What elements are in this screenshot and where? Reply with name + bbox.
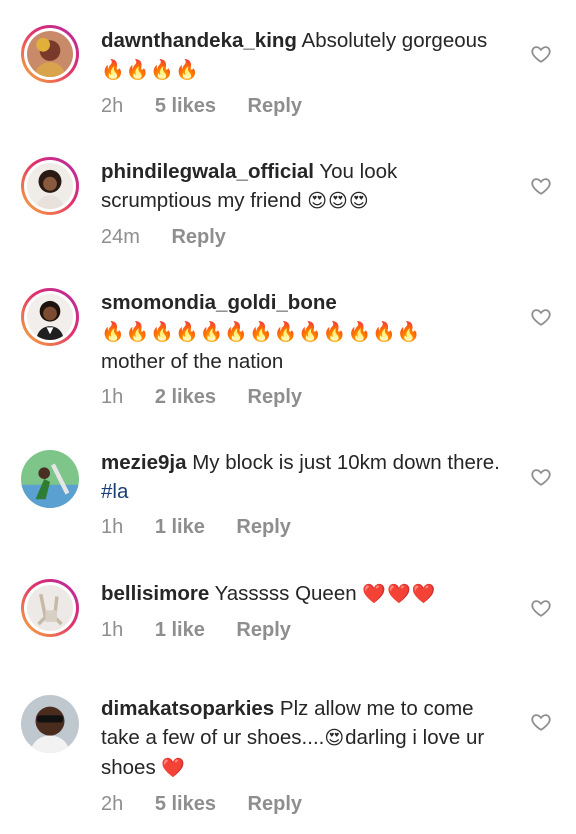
timestamp: 24m (101, 226, 140, 248)
comment-text: Yasssss Queen (214, 582, 363, 605)
comment-body: dawnthandeka_king Absolutely gorgeous 🔥🔥… (101, 26, 511, 119)
comment-body: smomondia_goldi_bone 🔥🔥🔥🔥🔥🔥🔥🔥🔥🔥🔥🔥🔥 mothe… (101, 288, 511, 410)
comment-text: My block is just 10km down there. (192, 451, 500, 474)
heart-outline-icon[interactable] (530, 597, 552, 619)
emoji-text: 🔥🔥🔥🔥🔥🔥🔥🔥🔥🔥🔥🔥🔥 (101, 322, 422, 343)
username[interactable]: bellisimore (101, 582, 209, 605)
comment-body: phindilegwala_official You look scrumpti… (101, 157, 511, 250)
likes-count[interactable]: 5 likes (155, 95, 216, 117)
emoji-text: ❤️❤️❤️ (362, 584, 437, 605)
comment-body: dimakatsoparkies Plz allow me to come ta… (101, 694, 511, 817)
timestamp: 2h (101, 95, 124, 117)
avatar[interactable] (21, 25, 79, 83)
emoji-text: 🔥🔥🔥🔥 (101, 60, 200, 81)
avatar[interactable] (21, 157, 79, 215)
username[interactable]: dimakatsoparkies (101, 697, 274, 720)
comment-meta: 1h 1 like Reply (101, 514, 511, 540)
reply-button[interactable]: Reply (248, 793, 302, 815)
reply-button[interactable]: Reply (236, 619, 290, 641)
comment-body: mezie9ja My block is just 10km down ther… (101, 448, 511, 540)
heart-outline-icon[interactable] (530, 466, 552, 488)
comment-meta: 1h 2 likes Reply (101, 384, 511, 410)
comments-list: dawnthandeka_king Absolutely gorgeous 🔥🔥… (0, 0, 576, 834)
avatar[interactable] (21, 450, 79, 508)
username[interactable]: phindilegwala_official (101, 160, 314, 183)
timestamp: 1h (101, 516, 124, 538)
reply-button[interactable]: Reply (171, 226, 225, 248)
username[interactable]: dawnthandeka_king (101, 29, 297, 52)
timestamp: 1h (101, 619, 124, 641)
comment-meta: 24m Reply (101, 224, 511, 250)
comment-meta: 2h 5 likes Reply (101, 93, 511, 119)
username[interactable]: mezie9ja (101, 451, 186, 474)
heart-outline-icon[interactable] (530, 175, 552, 197)
hashtag-link[interactable]: #la (101, 480, 128, 503)
emoji-text: ❤️ (161, 758, 187, 779)
reply-button[interactable]: Reply (248, 95, 302, 117)
reply-button[interactable]: Reply (236, 516, 290, 538)
heart-outline-icon[interactable] (530, 711, 552, 733)
avatar[interactable] (21, 288, 79, 346)
comment-meta: 2h 5 likes Reply (101, 791, 511, 817)
username[interactable]: smomondia_goldi_bone (101, 291, 337, 314)
comment-meta: 1h 1 like Reply (101, 617, 511, 643)
likes-count[interactable]: 1 like (155, 516, 205, 538)
avatar[interactable] (21, 695, 79, 753)
timestamp: 2h (101, 793, 124, 815)
timestamp: 1h (101, 386, 124, 408)
reply-button[interactable]: Reply (248, 386, 302, 408)
likes-count[interactable]: 2 likes (155, 386, 216, 408)
avatar[interactable] (21, 579, 79, 637)
heart-outline-icon[interactable] (530, 43, 552, 65)
likes-count[interactable]: 1 like (155, 619, 205, 641)
comment-text: mother of the nation (101, 350, 284, 373)
comment-body: bellisimore Yasssss Queen ❤️❤️❤️ 1h 1 li… (101, 579, 511, 643)
comment-text: Absolutely gorgeous (301, 29, 488, 52)
emoji-text: 😍😍😍 (307, 191, 370, 212)
emoji-text: 😍 (324, 728, 346, 749)
likes-count[interactable]: 5 likes (155, 793, 216, 815)
heart-outline-icon[interactable] (530, 306, 552, 328)
